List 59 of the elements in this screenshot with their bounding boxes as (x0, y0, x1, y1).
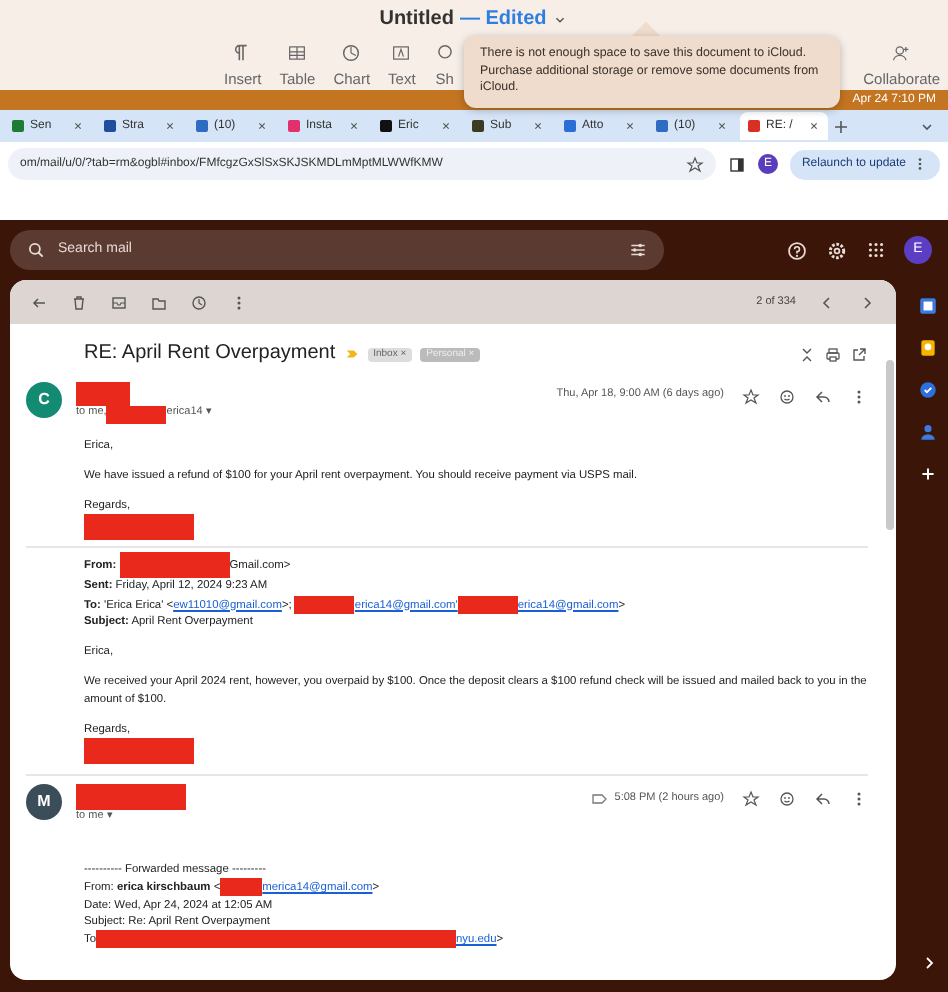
redaction-block (76, 381, 130, 405)
redaction-block (84, 738, 194, 765)
document-status[interactable]: — Edited (459, 4, 547, 34)
back-arrow-icon[interactable] (30, 293, 48, 311)
notes-icon[interactable] (918, 338, 938, 358)
email-subject: RE: April Rent Overpayment (84, 340, 336, 368)
settings-icon[interactable] (826, 239, 848, 261)
snooze-icon[interactable] (190, 293, 208, 311)
tasks-icon[interactable] (918, 380, 938, 400)
document-title: Untitled (379, 6, 454, 34)
emoji-icon[interactable] (778, 387, 796, 405)
apps-grid-icon[interactable] (866, 240, 886, 260)
close-icon[interactable] (256, 120, 268, 132)
archive-icon[interactable] (110, 293, 128, 311)
emoji-icon[interactable] (778, 790, 796, 809)
close-icon[interactable] (532, 120, 544, 132)
sender-avatar[interactable]: M (26, 784, 62, 821)
calendar-icon[interactable] (918, 296, 938, 316)
redaction-block (457, 595, 518, 614)
previous-icon[interactable] (818, 293, 836, 311)
importance-marker-icon[interactable] (343, 346, 360, 363)
scrollbar[interactable] (886, 360, 894, 530)
table-icon (286, 42, 309, 64)
close-icon[interactable] (164, 120, 176, 132)
redaction-block (106, 405, 167, 423)
help-icon[interactable] (786, 239, 808, 261)
close-icon[interactable] (716, 120, 728, 132)
shape-icon (433, 42, 456, 64)
search-icon[interactable] (26, 240, 46, 260)
collapse-icon[interactable] (798, 345, 816, 364)
redaction-block (84, 514, 194, 541)
delete-icon[interactable] (70, 293, 88, 311)
move-to-folder-icon[interactable] (150, 293, 168, 311)
close-icon[interactable] (808, 120, 820, 132)
close-icon[interactable] (72, 120, 84, 132)
close-icon[interactable] (624, 120, 636, 132)
chart-icon (340, 42, 363, 64)
redaction-block (294, 595, 355, 614)
close-icon[interactable] (348, 120, 360, 132)
redaction-block (76, 784, 186, 811)
open-new-window-icon[interactable] (850, 345, 868, 364)
redaction-block (119, 552, 230, 579)
reply-icon[interactable] (814, 387, 832, 405)
add-icon[interactable] (918, 464, 938, 484)
contacts-icon[interactable] (918, 422, 938, 442)
filter-options-icon[interactable] (628, 240, 648, 260)
side-panel-icon[interactable] (727, 155, 746, 173)
bookmark-star-icon[interactable] (685, 155, 704, 173)
sender-avatar[interactable]: C (26, 381, 62, 417)
new-tab-icon[interactable] (832, 117, 850, 135)
print-icon[interactable] (824, 345, 842, 364)
reply-icon[interactable] (814, 790, 832, 809)
add-person-icon (890, 42, 913, 64)
close-icon[interactable] (440, 120, 452, 132)
star-icon[interactable] (742, 790, 760, 809)
text-box-icon (390, 42, 413, 64)
next-icon[interactable] (858, 293, 876, 311)
redaction-block (220, 878, 263, 897)
star-icon[interactable] (742, 387, 760, 405)
